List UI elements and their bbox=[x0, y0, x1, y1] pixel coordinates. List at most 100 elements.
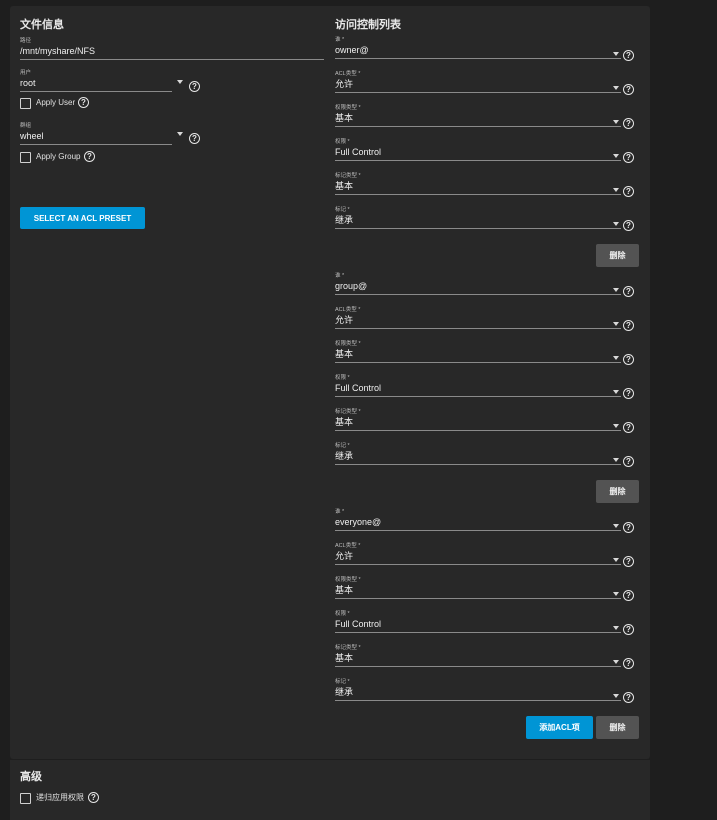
acl-permission-type-field[interactable]: 权限类型 * 基本 bbox=[335, 105, 621, 127]
group-field[interactable]: 群组 wheel bbox=[20, 123, 172, 145]
acl-permission-type-value[interactable]: 基本 bbox=[335, 584, 621, 596]
advanced-title: 高级 bbox=[20, 771, 42, 783]
apply-group-checkbox[interactable] bbox=[20, 152, 31, 163]
acl-flag-value[interactable]: 继承 bbox=[335, 450, 621, 462]
acl-acl-type-field[interactable]: ACL类型 * 允许 bbox=[335, 71, 621, 93]
acl-flag-type-dropdown-arrow-icon[interactable] bbox=[613, 660, 619, 664]
acl-flag-type-help-icon[interactable]: ? bbox=[623, 658, 634, 669]
acl-permission-help-icon[interactable]: ? bbox=[623, 152, 634, 163]
acl-who-value[interactable]: owner@ bbox=[335, 44, 621, 56]
acl-who-help-icon[interactable]: ? bbox=[623, 50, 634, 61]
acl-permission-field[interactable]: 权限 * Full Control bbox=[335, 139, 621, 161]
acl-flag-value[interactable]: 继承 bbox=[335, 214, 621, 226]
acl-flag-dropdown-arrow-icon[interactable] bbox=[613, 694, 619, 698]
acl-who-help-icon[interactable]: ? bbox=[623, 286, 634, 297]
acl-permission-help-icon[interactable]: ? bbox=[623, 624, 634, 635]
user-value[interactable]: root bbox=[20, 77, 172, 89]
acl-flag-type-help-icon[interactable]: ? bbox=[623, 422, 634, 433]
delete-acl-entry-button[interactable]: 删除 bbox=[596, 480, 639, 503]
acl-permission-type-value[interactable]: 基本 bbox=[335, 112, 621, 124]
acl-permission-dropdown-arrow-icon[interactable] bbox=[613, 154, 619, 158]
path-field[interactable]: 路径 /mnt/myshare/NFS bbox=[20, 38, 324, 60]
acl-flag-type-field[interactable]: 标记类型 * 基本 bbox=[335, 645, 621, 667]
acl-permission-value[interactable]: Full Control bbox=[335, 146, 621, 158]
acl-flag-field[interactable]: 标记 * 继承 bbox=[335, 443, 621, 465]
acl-acl-type-dropdown-arrow-icon[interactable] bbox=[613, 558, 619, 562]
acl-flag-type-underline bbox=[335, 430, 621, 431]
acl-permission-type-field[interactable]: 权限类型 * 基本 bbox=[335, 341, 621, 363]
acl-acl-type-field[interactable]: ACL类型 * 允许 bbox=[335, 307, 621, 329]
acl-acl-type-value[interactable]: 允许 bbox=[335, 314, 621, 326]
acl-who-dropdown-arrow-icon[interactable] bbox=[613, 524, 619, 528]
user-help-icon[interactable]: ? bbox=[189, 81, 200, 92]
acl-who-field[interactable]: 谁 * group@ bbox=[335, 273, 621, 295]
acl-who-value[interactable]: group@ bbox=[335, 280, 621, 292]
acl-acl-type-help-icon[interactable]: ? bbox=[623, 320, 634, 331]
acl-flag-type-value[interactable]: 基本 bbox=[335, 416, 621, 428]
acl-flag-help-icon[interactable]: ? bbox=[623, 220, 634, 231]
acl-acl-type-dropdown-arrow-icon[interactable] bbox=[613, 322, 619, 326]
acl-permission-value[interactable]: Full Control bbox=[335, 382, 621, 394]
recursive-checkbox[interactable] bbox=[20, 793, 31, 804]
acl-flag-type-help-icon[interactable]: ? bbox=[623, 186, 634, 197]
acl-who-field[interactable]: 谁 * everyone@ bbox=[335, 509, 621, 531]
acl-flag-type-label: 标记类型 * bbox=[335, 173, 361, 179]
acl-acl-type-value[interactable]: 允许 bbox=[335, 550, 621, 562]
acl-flag-field[interactable]: 标记 * 继承 bbox=[335, 207, 621, 229]
acl-permission-type-help-icon[interactable]: ? bbox=[623, 118, 634, 129]
acl-flag-type-dropdown-arrow-icon[interactable] bbox=[613, 424, 619, 428]
path-value[interactable]: /mnt/myshare/NFS bbox=[20, 45, 324, 57]
delete-acl-entry-button[interactable]: 删除 bbox=[596, 244, 639, 267]
recursive-help-icon[interactable]: ? bbox=[88, 792, 99, 803]
apply-user-checkbox[interactable] bbox=[20, 98, 31, 109]
add-acl-entry-button[interactable]: 添加ACL项 bbox=[526, 716, 593, 739]
acl-flag-value[interactable]: 继承 bbox=[335, 686, 621, 698]
acl-permission-type-value[interactable]: 基本 bbox=[335, 348, 621, 360]
acl-permission-type-dropdown-arrow-icon[interactable] bbox=[613, 120, 619, 124]
acl-flag-dropdown-arrow-icon[interactable] bbox=[613, 458, 619, 462]
acl-acl-type-value[interactable]: 允许 bbox=[335, 78, 621, 90]
acl-who-field[interactable]: 谁 * owner@ bbox=[335, 37, 621, 59]
acl-who-value[interactable]: everyone@ bbox=[335, 516, 621, 528]
acl-permission-field[interactable]: 权限 * Full Control bbox=[335, 375, 621, 397]
group-dropdown-arrow-icon[interactable] bbox=[177, 132, 183, 136]
group-help-icon[interactable]: ? bbox=[189, 133, 200, 144]
acl-flag-type-field[interactable]: 标记类型 * 基本 bbox=[335, 409, 621, 431]
acl-who-help-icon[interactable]: ? bbox=[623, 522, 634, 533]
acl-permission-help-icon[interactable]: ? bbox=[623, 388, 634, 399]
acl-acl-type-underline bbox=[335, 564, 621, 565]
user-dropdown-arrow-icon[interactable] bbox=[177, 80, 183, 84]
acl-permission-type-field[interactable]: 权限类型 * 基本 bbox=[335, 577, 621, 599]
apply-group-help-icon[interactable]: ? bbox=[84, 151, 95, 162]
acl-acl-type-help-icon[interactable]: ? bbox=[623, 556, 634, 567]
acl-permission-dropdown-arrow-icon[interactable] bbox=[613, 626, 619, 630]
acl-flag-field[interactable]: 标记 * 继承 bbox=[335, 679, 621, 701]
delete-acl-entry-button[interactable]: 删除 bbox=[596, 716, 639, 739]
acl-flag-type-dropdown-arrow-icon[interactable] bbox=[613, 188, 619, 192]
acl-permission-type-help-icon[interactable]: ? bbox=[623, 354, 634, 365]
acl-flag-help-icon[interactable]: ? bbox=[623, 456, 634, 467]
acl-flag-type-field[interactable]: 标记类型 * 基本 bbox=[335, 173, 621, 195]
acl-permission-type-dropdown-arrow-icon[interactable] bbox=[613, 356, 619, 360]
acl-permission-dropdown-arrow-icon[interactable] bbox=[613, 390, 619, 394]
apply-user-help-icon[interactable]: ? bbox=[78, 97, 89, 108]
acl-who-label: 谁 * bbox=[335, 509, 345, 515]
user-field[interactable]: 用户 root bbox=[20, 70, 172, 92]
acl-acl-type-help-icon[interactable]: ? bbox=[623, 84, 634, 95]
acl-permission-field[interactable]: 权限 * Full Control bbox=[335, 611, 621, 633]
acl-flag-help-icon[interactable]: ? bbox=[623, 692, 634, 703]
acl-who-dropdown-arrow-icon[interactable] bbox=[613, 288, 619, 292]
acl-flag-type-value[interactable]: 基本 bbox=[335, 180, 621, 192]
acl-permission-value[interactable]: Full Control bbox=[335, 618, 621, 630]
acl-who-dropdown-arrow-icon[interactable] bbox=[613, 52, 619, 56]
acl-permission-type-underline bbox=[335, 598, 621, 599]
acl-flag-dropdown-arrow-icon[interactable] bbox=[613, 222, 619, 226]
acl-acl-type-dropdown-arrow-icon[interactable] bbox=[613, 86, 619, 90]
group-value[interactable]: wheel bbox=[20, 130, 172, 142]
acl-permission-type-dropdown-arrow-icon[interactable] bbox=[613, 592, 619, 596]
acl-flag-type-value[interactable]: 基本 bbox=[335, 652, 621, 664]
group-underline bbox=[20, 144, 172, 145]
acl-permission-type-help-icon[interactable]: ? bbox=[623, 590, 634, 601]
acl-acl-type-field[interactable]: ACL类型 * 允许 bbox=[335, 543, 621, 565]
select-acl-preset-button[interactable]: SELECT AN ACL PRESET bbox=[20, 207, 145, 229]
